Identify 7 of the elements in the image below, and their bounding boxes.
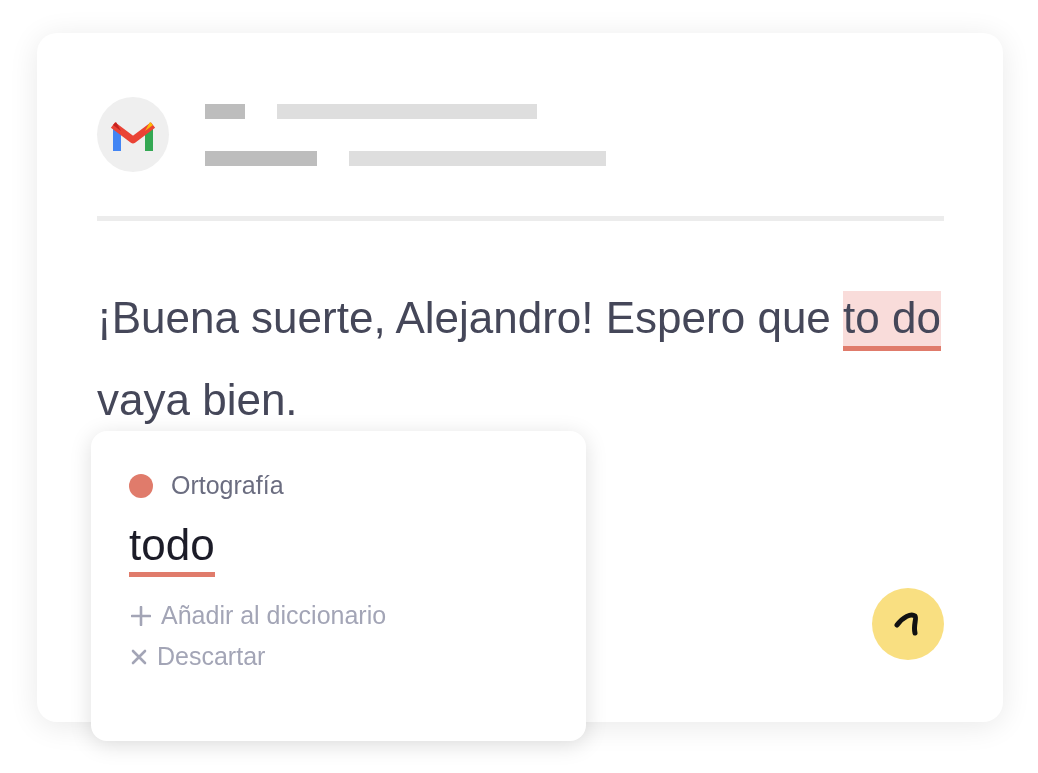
plus-icon [131,605,151,626]
placeholder-bar [205,103,245,119]
close-icon [131,648,147,665]
replacement-suggestion[interactable]: todo [129,522,215,578]
add-to-dictionary-button[interactable]: Añadir al diccionario [129,601,387,631]
category-label: Ortografía [171,471,284,500]
dismiss-button[interactable]: Descartar [129,642,266,672]
